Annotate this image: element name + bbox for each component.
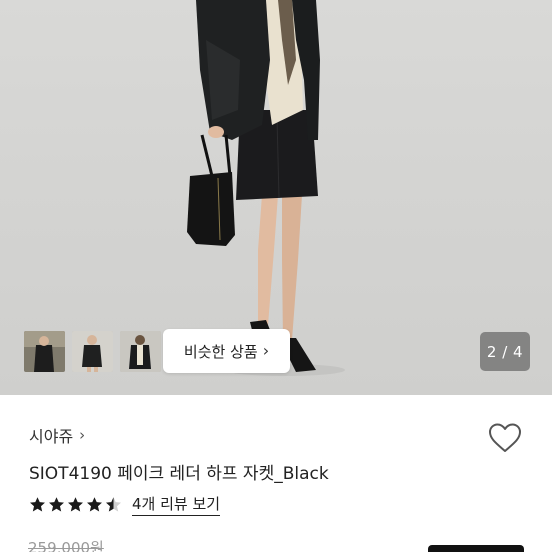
- heart-icon[interactable]: [487, 422, 523, 454]
- similar-products-label: 비슷한 상품: [183, 342, 258, 361]
- buy-button[interactable]: [428, 545, 524, 552]
- star-icon: [30, 497, 45, 512]
- image-page-indicator: 2 / 4: [480, 332, 530, 371]
- similar-products-button[interactable]: 비슷한 상품 ›: [163, 329, 290, 373]
- thumbnail-3[interactable]: [120, 331, 161, 372]
- product-image[interactable]: 비슷한 상품 › 2 / 4: [0, 0, 552, 395]
- shop-name: 시야쥬: [29, 427, 74, 446]
- original-price: 259,000원: [28, 539, 104, 552]
- rating-stars: [29, 496, 122, 513]
- star-half-icon: [106, 497, 121, 512]
- shop-link[interactable]: 시야쥬 ›: [29, 423, 85, 447]
- review-link[interactable]: 4개 리뷰 보기: [132, 493, 221, 516]
- rating-row: 4개 리뷰 보기: [29, 493, 221, 516]
- thumbnail-2[interactable]: [72, 331, 113, 372]
- product-info: 시야쥬 › SIOT4190 페이크 레더 하프 자켓_Black 4개 리뷰 …: [0, 395, 552, 552]
- thumbnail-1[interactable]: [24, 331, 65, 372]
- chevron-right-icon: ›: [79, 426, 86, 444]
- star-icon: [49, 497, 64, 512]
- star-icon: [68, 497, 83, 512]
- product-title: SIOT4190 페이크 레더 하프 자켓_Black: [29, 464, 329, 484]
- chevron-right-icon: ›: [262, 341, 270, 360]
- star-icon: [87, 497, 102, 512]
- thumbnail-strip: [24, 331, 161, 372]
